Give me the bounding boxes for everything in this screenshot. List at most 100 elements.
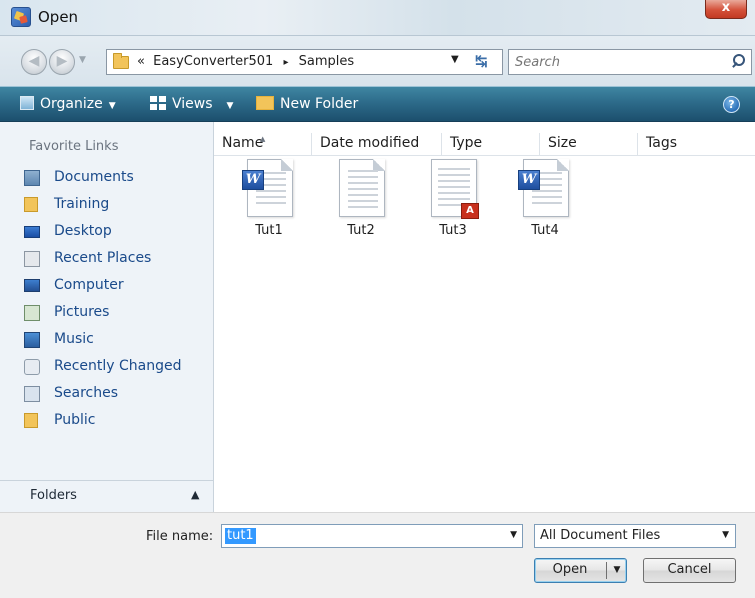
nav-link-desktop[interactable]: Desktop	[24, 221, 209, 243]
file-item-tut3[interactable]: A Tut3	[413, 159, 493, 241]
sort-ascending-icon: ▲	[260, 135, 266, 143]
back-arrow-icon: ◀	[28, 53, 40, 69]
file-list[interactable]: ▲ Name Date modified Type Size Tags W Tu…	[214, 122, 755, 512]
chevron-up-icon: ▲	[191, 488, 200, 501]
open-button-label: Open	[552, 562, 588, 577]
column-header-label: Type	[450, 135, 483, 151]
desktop-icon	[24, 226, 40, 238]
file-item-tut4[interactable]: W Tut4	[505, 159, 585, 241]
column-header-label: Name	[222, 135, 264, 151]
nav-link-label: Pictures	[54, 304, 110, 320]
window-title: Open	[38, 8, 79, 26]
nav-link-recent-places[interactable]: Recent Places	[24, 248, 209, 270]
dialog-footer: File name: tut1 ▼ All Document Files ▼ O…	[0, 512, 755, 598]
nav-link-pictures[interactable]: Pictures	[24, 302, 209, 324]
open-options-dropdown[interactable]: ▼	[609, 559, 625, 581]
breadcrumb-item-easyconverter[interactable]: EasyConverter501	[153, 54, 273, 69]
word-document-icon: W	[518, 159, 569, 217]
search-icon[interactable]	[730, 53, 746, 69]
file-type-select[interactable]: All Document Files ▼	[534, 524, 736, 548]
open-button[interactable]: Open ▼	[534, 558, 627, 583]
nav-link-public[interactable]: Public	[24, 410, 209, 432]
organize-icon	[20, 96, 34, 110]
column-header-date-modified[interactable]: Date modified	[312, 133, 442, 155]
column-header-label: Tags	[646, 135, 677, 151]
recent-places-icon	[24, 251, 40, 267]
nav-link-label: Documents	[54, 169, 134, 185]
folders-label: Folders	[30, 488, 77, 503]
help-icon[interactable]: ?	[723, 96, 740, 113]
column-header-label: Date modified	[320, 135, 420, 151]
breadcrumb-item-samples[interactable]: Samples	[299, 54, 355, 69]
file-item-tut1[interactable]: W Tut1	[229, 159, 309, 241]
pdf-document-icon: A	[431, 159, 479, 219]
views-icon	[150, 96, 166, 110]
document-icon	[339, 159, 385, 217]
forward-arrow-icon: ▶	[56, 53, 68, 69]
breadcrumb-separator-icon[interactable]: ▸	[283, 57, 288, 68]
app-icon	[11, 7, 31, 27]
pictures-icon	[24, 305, 40, 321]
nav-link-computer[interactable]: Computer	[24, 275, 209, 297]
nav-link-label: Music	[54, 331, 94, 347]
forward-button[interactable]: ▶	[49, 49, 75, 75]
breadcrumb[interactable]: « EasyConverter501 ▸ Samples ▼ ↹	[106, 49, 503, 75]
nav-link-training[interactable]: Training	[24, 194, 209, 216]
chevron-down-icon: ▼	[226, 101, 234, 111]
column-header-tags[interactable]: Tags	[638, 133, 748, 155]
nav-link-label: Computer	[54, 277, 124, 293]
nav-link-searches[interactable]: Searches	[24, 383, 209, 405]
documents-icon	[24, 170, 40, 186]
new-folder-icon	[256, 96, 274, 110]
search-field[interactable]	[508, 49, 752, 75]
file-name-input[interactable]: tut1 ▼	[221, 524, 523, 548]
cancel-button[interactable]: Cancel	[643, 558, 736, 583]
searches-icon	[24, 386, 40, 402]
nav-link-label: Recent Places	[54, 250, 152, 266]
music-icon	[24, 332, 40, 348]
refresh-icon[interactable]: ↹	[475, 52, 488, 70]
favorite-links-heading: Favorite Links	[29, 139, 119, 154]
file-name-label: File name:	[146, 529, 214, 544]
folder-icon	[24, 197, 38, 212]
title-bar: Open x	[0, 0, 755, 36]
views-button[interactable]: Views ▼	[150, 96, 233, 112]
column-header-name[interactable]: ▲ Name	[214, 133, 312, 155]
nav-link-label: Desktop	[54, 223, 112, 239]
organize-label: Organize	[40, 96, 103, 112]
recent-pages-dropdown[interactable]: ▼	[79, 55, 89, 65]
address-dropdown[interactable]: ▼	[451, 54, 459, 65]
nav-link-documents[interactable]: Documents	[24, 167, 209, 189]
file-name: Tut4	[531, 223, 559, 238]
folders-toggle[interactable]: Folders ▲	[0, 480, 213, 512]
computer-icon	[24, 279, 40, 292]
column-header-type[interactable]: Type	[442, 133, 540, 155]
new-folder-label: New Folder	[280, 96, 359, 112]
new-folder-button[interactable]: New Folder	[256, 96, 358, 112]
file-item-tut2[interactable]: Tut2	[321, 159, 401, 241]
recently-changed-icon	[24, 359, 40, 375]
breadcrumb-path: « EasyConverter501 ▸ Samples	[137, 54, 354, 69]
back-button[interactable]: ◀	[21, 49, 47, 75]
chevron-down-icon: ▼	[722, 530, 729, 540]
file-name: Tut3	[439, 223, 467, 238]
command-toolbar: Organize ▼ Views ▼ New Folder ?	[0, 86, 755, 122]
address-bar: ◀ ▶ ▼ « EasyConverter501 ▸ Samples ▼ ↹	[0, 36, 755, 86]
nav-link-label: Training	[54, 196, 110, 212]
nav-link-label: Searches	[54, 385, 119, 401]
file-name: Tut1	[255, 223, 283, 238]
nav-link-recently-changed[interactable]: Recently Changed	[24, 356, 209, 378]
close-button[interactable]: x	[705, 0, 747, 19]
file-name-value[interactable]: tut1	[225, 528, 256, 544]
breadcrumb-overflow-icon[interactable]: «	[137, 54, 145, 69]
nav-link-music[interactable]: Music	[24, 329, 209, 351]
organize-button[interactable]: Organize ▼	[20, 96, 116, 112]
column-header-size[interactable]: Size	[540, 133, 638, 155]
views-label: Views	[172, 96, 213, 112]
folder-icon	[24, 413, 38, 428]
search-input[interactable]	[515, 53, 715, 71]
file-type-value: All Document Files	[540, 528, 661, 543]
chevron-down-icon: ▼	[108, 101, 116, 111]
navigation-pane: Favorite Links Documents Training Deskto…	[0, 122, 214, 512]
chevron-down-icon[interactable]: ▼	[510, 530, 517, 540]
